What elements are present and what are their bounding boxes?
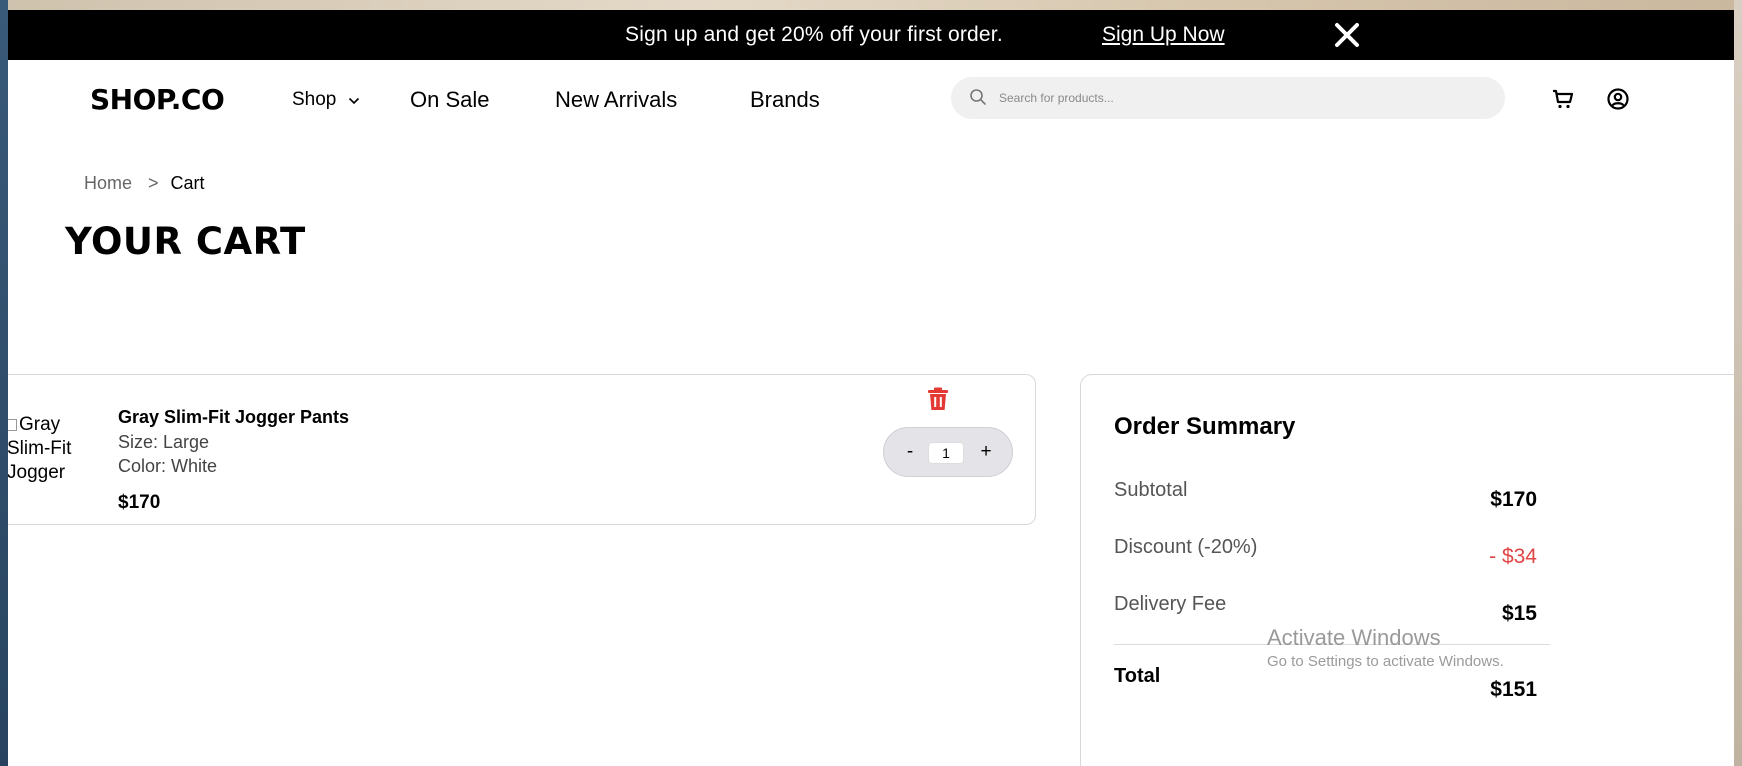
browser-page: Sign up and get 20% off your first order… <box>8 10 1734 766</box>
nav-new-arrivals[interactable]: New Arrivals <box>555 87 677 113</box>
product-name[interactable]: Gray Slim-Fit Jogger Pants <box>118 407 349 428</box>
product-image-alt: Gray Slim-Fit Jogger <box>8 414 72 483</box>
product-size: Size: Large <box>118 432 210 452</box>
breadcrumb-current: Cart <box>170 173 205 193</box>
nav-brands[interactable]: Brands <box>750 87 820 113</box>
background-frame-right <box>1734 0 1742 766</box>
nav-on-sale[interactable]: On Sale <box>410 87 490 113</box>
discount-label: Discount (-20%) <box>1114 536 1258 558</box>
search-icon <box>969 88 987 111</box>
signup-link[interactable]: Sign Up Now <box>1102 23 1225 47</box>
increase-quantity-button[interactable]: + <box>974 440 998 464</box>
promo-text: Sign up and get 20% off your first order… <box>625 23 1003 46</box>
shop-logo[interactable]: SHOP.CO <box>90 83 225 116</box>
delivery-fee-value: $15 <box>1501 602 1537 625</box>
subtotal-value: $170 <box>1490 488 1537 511</box>
product-color: Color: White <box>118 456 218 476</box>
nav-shop-menu[interactable]: Shop <box>292 89 360 111</box>
product-price: $170 <box>118 492 161 513</box>
nav-shop-label: Shop <box>292 89 337 111</box>
search-bar <box>951 77 1505 119</box>
cart-icon[interactable] <box>1551 88 1575 115</box>
total-label: Total <box>1114 665 1161 687</box>
page-title: YOUR CART <box>65 220 306 263</box>
subtotal-label: Subtotal <box>1114 479 1188 501</box>
search-input[interactable] <box>999 85 1479 111</box>
product-image[interactable]: Gray Slim-Fit Jogger <box>8 413 89 489</box>
trash-icon[interactable] <box>927 387 949 416</box>
promo-banner: Sign up and get 20% off your first order… <box>8 10 1734 60</box>
decrease-quantity-button[interactable]: - <box>898 440 922 464</box>
breadcrumb-separator: > <box>148 173 159 193</box>
total-value: $151 <box>1490 678 1537 701</box>
broken-image-icon <box>8 418 17 431</box>
quantity-stepper: - 1 + <box>883 427 1013 477</box>
order-summary-title: Order Summary <box>1114 413 1296 440</box>
activate-windows-title: Activate Windows <box>1267 625 1441 650</box>
breadcrumb-home[interactable]: Home <box>84 173 132 193</box>
discount-value: - $34 <box>1489 545 1537 568</box>
quantity-value[interactable]: 1 <box>928 442 964 464</box>
activate-windows-subtitle: Go to Settings to activate Windows. <box>1267 653 1504 670</box>
chevron-down-icon <box>348 89 360 111</box>
background-frame-top <box>0 0 1742 10</box>
breadcrumb: Home > Cart <box>84 173 205 194</box>
close-icon[interactable] <box>1330 18 1364 52</box>
order-summary: Order Summary Subtotal $170 Discount (-2… <box>1080 374 1734 766</box>
delivery-fee-label: Delivery Fee <box>1114 593 1227 615</box>
cart-item-card: Gray Slim-Fit Jogger Gray Slim-Fit Jogge… <box>8 374 1036 525</box>
background-frame-left <box>0 0 8 766</box>
user-icon[interactable] <box>1606 87 1630 116</box>
